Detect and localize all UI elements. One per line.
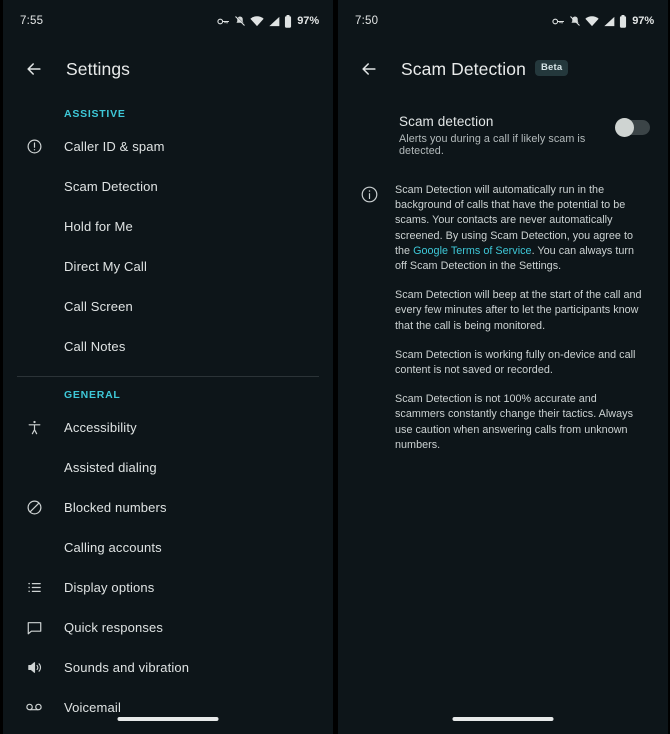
left-phone-screen: 7:55 97% Settings ASSISTIVE Caller ID & …: [3, 0, 333, 734]
google-terms-of-service-link[interactable]: Google Terms of Service: [413, 245, 531, 257]
sidebar-item-caller-id-spam[interactable]: Caller ID & spam: [3, 126, 333, 166]
info-block: Scam Detection will automatically run in…: [338, 157, 668, 453]
home-indicator[interactable]: [452, 717, 554, 721]
vibrate-off-icon: [234, 15, 246, 27]
block-icon: [21, 494, 47, 520]
wifi-icon: [250, 15, 264, 27]
toggle-text-group: Scam detection Alerts you during a call …: [399, 114, 604, 157]
switch-knob: [615, 118, 634, 137]
sidebar-item-label: Voicemail: [64, 699, 121, 715]
info-paragraph-3: Scam Detection is working fully on-devic…: [395, 348, 636, 377]
home-indicator[interactable]: [117, 717, 219, 721]
sidebar-item-label: Display options: [64, 579, 155, 595]
back-arrow-icon[interactable]: [356, 56, 382, 82]
sidebar-item-label: Hold for Me: [64, 218, 133, 234]
sidebar-item-label: Caller ID & spam: [64, 138, 165, 154]
sidebar-item-label: Blocked numbers: [64, 499, 167, 515]
section-label-general: GENERAL: [64, 389, 121, 401]
page-title: Scam Detection: [401, 58, 526, 79]
no-icon-placeholder: [21, 173, 47, 199]
sidebar-item-quick-responses[interactable]: Quick responses: [3, 607, 333, 647]
app-bar: Scam Detection Beta: [338, 42, 668, 96]
sidebar-item-accessibility[interactable]: Accessibility: [3, 407, 333, 447]
error-circle-icon: [21, 133, 47, 159]
scam-detection-toggle-row[interactable]: Scam detection Alerts you during a call …: [338, 96, 668, 157]
no-icon-placeholder: [21, 454, 47, 480]
no-icon-placeholder: [21, 213, 47, 239]
cellular-signal-icon: [268, 16, 280, 27]
sidebar-item-voicemail[interactable]: Voicemail: [3, 687, 333, 727]
sidebar-item-label: Calling accounts: [64, 539, 162, 555]
status-icon-group: 97%: [217, 14, 319, 28]
sidebar-item-label: Call Screen: [64, 298, 133, 314]
key-icon: [552, 17, 565, 26]
scam-detection-switch[interactable]: [615, 118, 650, 137]
section-label-assistive: ASSISTIVE: [64, 108, 126, 120]
status-bar: 7:50 97%: [338, 0, 668, 42]
info-paragraph-1: Scam Detection will automatically run in…: [395, 183, 646, 274]
no-icon-placeholder: [21, 534, 47, 560]
sidebar-item-hold-for-me[interactable]: Hold for Me: [3, 206, 333, 246]
app-bar: Settings: [3, 42, 333, 96]
info-paragraph-4: Scam Detection is not 100% accurate and …: [395, 393, 633, 451]
battery-percent: 97%: [632, 15, 654, 27]
screenshot-stage: 7:55 97% Settings ASSISTIVE Caller ID & …: [0, 0, 670, 734]
battery-percent: 97%: [297, 15, 319, 27]
toggle-subtitle: Alerts you during a call if likely scam …: [399, 133, 586, 157]
voicemail-icon: [21, 694, 47, 720]
info-paragraphs: Scam Detection will automatically run in…: [395, 183, 646, 453]
status-time: 7:50: [355, 15, 379, 27]
sidebar-item-scam-detection[interactable]: Scam Detection: [3, 166, 333, 206]
sidebar-item-assisted-dialing[interactable]: Assisted dialing: [3, 447, 333, 487]
info-paragraph-2: Scam Detection will beep at the start of…: [395, 289, 642, 332]
status-icon-group: 97%: [552, 14, 654, 28]
no-icon-placeholder: [21, 333, 47, 359]
list-icon: [21, 574, 47, 600]
no-icon-placeholder: [21, 253, 47, 279]
right-phone-screen: 7:50 97% Scam Detection Beta Scam detect…: [338, 0, 668, 734]
sidebar-item-blocked-numbers[interactable]: Blocked numbers: [3, 487, 333, 527]
battery-icon: [619, 14, 627, 28]
info-circle-icon: [360, 185, 380, 205]
wifi-icon: [585, 15, 599, 27]
sidebar-item-sounds-and-vibration[interactable]: Sounds and vibration: [3, 647, 333, 687]
status-time: 7:55: [20, 15, 44, 27]
back-arrow-icon[interactable]: [21, 56, 47, 82]
section-divider: [17, 376, 319, 377]
status-bar: 7:55 97%: [3, 0, 333, 42]
sidebar-item-label: Sounds and vibration: [64, 659, 190, 675]
cellular-signal-icon: [603, 16, 615, 27]
sidebar-item-label: Call Notes: [64, 338, 126, 354]
no-icon-placeholder: [21, 293, 47, 319]
key-icon: [217, 17, 230, 26]
battery-icon: [284, 14, 292, 28]
sidebar-item-call-screen[interactable]: Call Screen: [3, 286, 333, 326]
sidebar-item-label: Scam Detection: [64, 178, 158, 194]
vibrate-off-icon: [569, 15, 581, 27]
chat-bubble-icon: [21, 614, 47, 640]
accessibility-icon: [21, 414, 47, 440]
beta-badge: Beta: [534, 60, 569, 76]
sidebar-item-call-notes[interactable]: Call Notes: [3, 326, 333, 366]
sidebar-item-label: Accessibility: [64, 419, 137, 435]
sidebar-item-label: Assisted dialing: [64, 459, 157, 475]
sidebar-item-label: Direct My Call: [64, 258, 147, 274]
sidebar-item-direct-my-call[interactable]: Direct My Call: [3, 246, 333, 286]
sidebar-item-calling-accounts[interactable]: Calling accounts: [3, 527, 333, 567]
volume-up-icon: [21, 654, 47, 680]
sidebar-item-label: Quick responses: [64, 619, 164, 635]
toggle-title: Scam detection: [399, 114, 494, 129]
page-title: Settings: [66, 58, 131, 79]
sidebar-item-display-options[interactable]: Display options: [3, 567, 333, 607]
